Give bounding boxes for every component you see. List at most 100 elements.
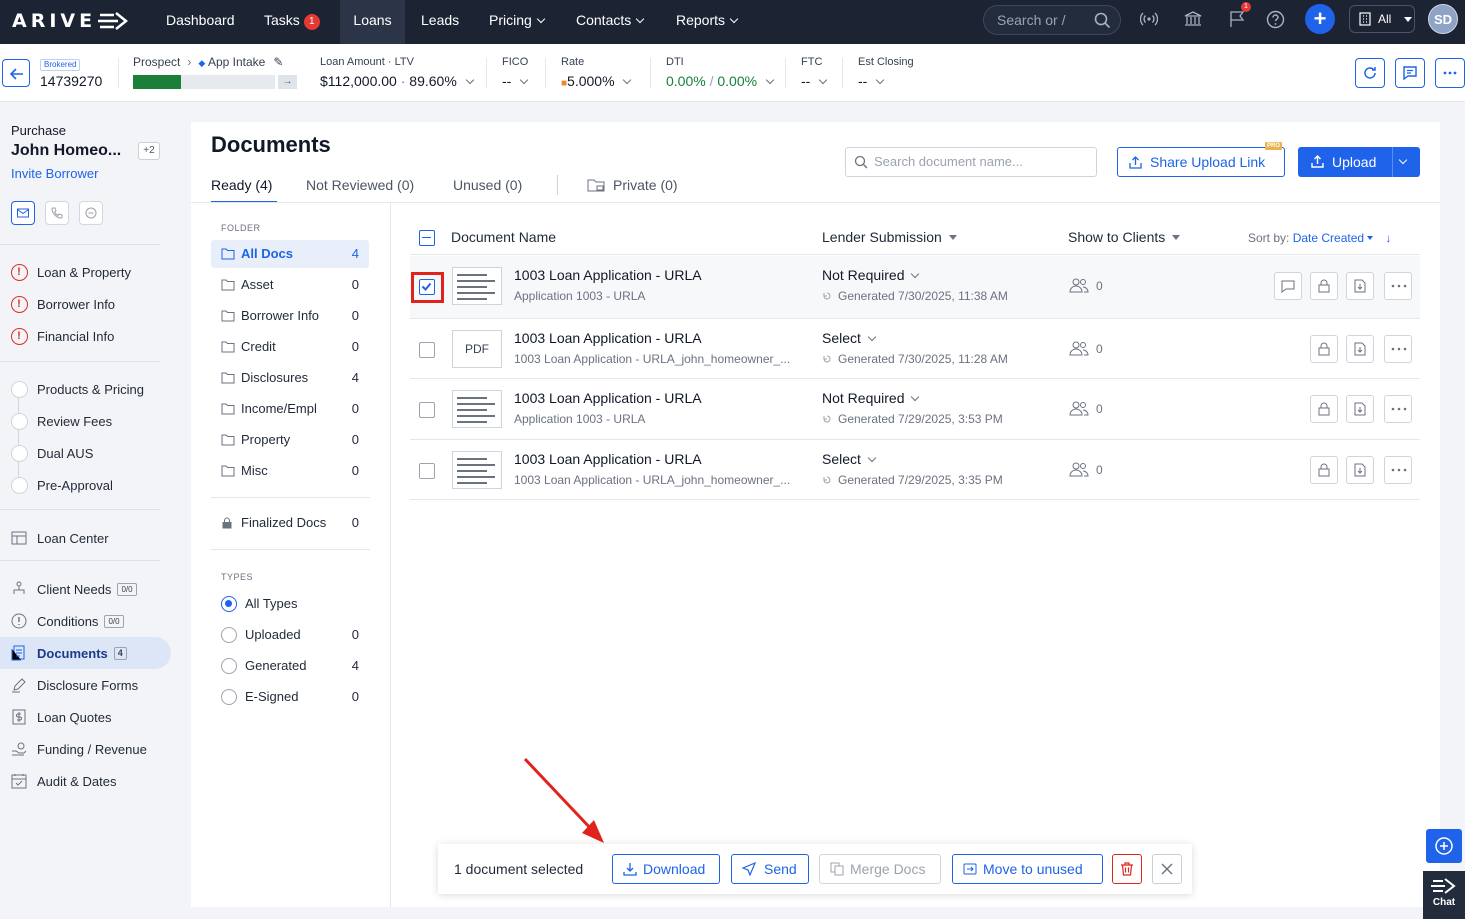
flag-icon[interactable]: 1 bbox=[1228, 2, 1251, 28]
folder-item[interactable]: Borrower Info 0 bbox=[211, 302, 369, 330]
show-to-clients-control[interactable]: 0 bbox=[1068, 341, 1103, 356]
fico-value[interactable]: -- bbox=[502, 73, 529, 89]
folder-item[interactable]: Asset 0 bbox=[211, 271, 369, 299]
merge-docs-button[interactable]: Merge Docs bbox=[819, 854, 941, 884]
nav-reports[interactable]: Reports bbox=[676, 0, 739, 44]
document-row[interactable]: PDF 1003 Loan Application - URLA 1003 Loan… bbox=[410, 319, 1420, 379]
sidebar-item-financial-info[interactable]: ! Financial Info bbox=[10, 325, 114, 347]
invite-borrower-link[interactable]: Invite Borrower bbox=[11, 166, 98, 181]
row-pdf-button[interactable] bbox=[1346, 335, 1374, 363]
row-pdf-button[interactable] bbox=[1346, 456, 1374, 484]
lender-submission-dropdown[interactable]: Select bbox=[822, 451, 877, 467]
row-lock-button[interactable] bbox=[1310, 395, 1338, 423]
download-button[interactable]: Download bbox=[612, 854, 720, 884]
type-filter-option[interactable]: All Types bbox=[211, 590, 369, 618]
show-to-clients-control[interactable]: 0 bbox=[1068, 278, 1103, 293]
row-checkbox[interactable] bbox=[419, 342, 435, 358]
tab-ready[interactable]: Ready (4) bbox=[211, 177, 272, 193]
row-lock-button[interactable] bbox=[1310, 456, 1338, 484]
share-upload-link-button[interactable]: Share Upload Link PRO bbox=[1117, 142, 1285, 177]
lender-submission-dropdown[interactable]: Not Required bbox=[822, 390, 920, 406]
row-lock-button[interactable] bbox=[1310, 335, 1338, 363]
tab-not-reviewed[interactable]: Not Reviewed (0) bbox=[306, 177, 414, 193]
document-name[interactable]: 1003 Loan Application - URLA bbox=[514, 451, 702, 467]
edit-icon[interactable]: ✎ bbox=[273, 55, 283, 69]
lender-submission-dropdown[interactable]: Select bbox=[822, 330, 877, 346]
nav-leads[interactable]: Leads bbox=[421, 0, 459, 44]
row-pdf-button[interactable] bbox=[1346, 395, 1374, 423]
column-show-to-clients[interactable]: Show to Clients bbox=[1068, 229, 1181, 245]
refresh-button[interactable] bbox=[1355, 58, 1385, 88]
row-checkbox[interactable] bbox=[419, 402, 435, 418]
tab-private[interactable]: Private (0) bbox=[587, 177, 678, 193]
type-filter-option[interactable]: Generated 4 bbox=[211, 652, 369, 680]
radio-button[interactable] bbox=[221, 627, 237, 643]
messages-button[interactable] bbox=[1395, 58, 1425, 88]
sort-by-control[interactable]: Sort by: Date Created ↓ bbox=[1248, 231, 1391, 245]
sidebar-item-pre-approval[interactable]: Pre-Approval bbox=[10, 474, 113, 496]
dti-value[interactable]: 0.00% / 0.00% bbox=[666, 73, 775, 89]
show-to-clients-control[interactable]: 0 bbox=[1068, 462, 1103, 477]
upload-dropdown-toggle[interactable] bbox=[1398, 147, 1408, 177]
sidebar-item-dual-aus[interactable]: Dual AUS bbox=[10, 442, 93, 464]
loan-stage[interactable]: Prospect › ◆ App Intake ✎ bbox=[133, 55, 283, 69]
sort-direction-arrow-icon[interactable]: ↓ bbox=[1385, 231, 1391, 245]
row-comment-button[interactable] bbox=[1274, 272, 1302, 300]
send-button[interactable]: Send bbox=[731, 854, 809, 884]
document-name[interactable]: 1003 Loan Application - URLA bbox=[514, 267, 702, 283]
close-selection-button[interactable] bbox=[1152, 854, 1182, 884]
borrower-name[interactable]: John Homeo... bbox=[11, 142, 121, 160]
row-more-button[interactable] bbox=[1384, 335, 1412, 363]
sidebar-item-products-pricing[interactable]: Products & Pricing bbox=[10, 378, 144, 400]
lender-submission-dropdown[interactable]: Not Required bbox=[822, 267, 920, 283]
radio-button[interactable] bbox=[221, 658, 237, 674]
tab-unused[interactable]: Unused (0) bbox=[453, 177, 522, 193]
show-to-clients-control[interactable]: 0 bbox=[1068, 401, 1103, 416]
chat-button[interactable]: Chat bbox=[1423, 871, 1465, 919]
document-row[interactable]: 1003 Loan Application - URLA 1003 Loan Ap… bbox=[410, 440, 1420, 500]
delete-button[interactable] bbox=[1112, 854, 1142, 884]
broadcast-icon[interactable] bbox=[1140, 10, 1158, 28]
sidebar-item-client-needs[interactable]: Client Needs 0/0 bbox=[10, 578, 137, 600]
sidebar-item-review-fees[interactable]: Review Fees bbox=[10, 410, 112, 432]
row-more-button[interactable] bbox=[1384, 395, 1412, 423]
row-pdf-button[interactable] bbox=[1346, 272, 1374, 300]
email-button[interactable] bbox=[11, 201, 35, 225]
nav-contacts[interactable]: Contacts bbox=[576, 0, 645, 44]
sidebar-item-disclosure-forms[interactable]: Disclosure Forms bbox=[10, 674, 138, 696]
type-filter-option[interactable]: Uploaded 0 bbox=[211, 621, 369, 649]
more-options-button[interactable] bbox=[1435, 58, 1465, 88]
radio-button[interactable] bbox=[221, 689, 237, 705]
document-name[interactable]: 1003 Loan Application - URLA bbox=[514, 330, 702, 346]
sidebar-item-loan-center[interactable]: Loan Center bbox=[10, 527, 109, 549]
loan-amount-ltv[interactable]: $112,000.00 · 89.60% bbox=[320, 73, 474, 89]
sidebar-item-conditions[interactable]: Conditions 0/0 bbox=[10, 610, 124, 632]
folder-item[interactable]: All Docs 4 bbox=[211, 240, 369, 268]
bank-icon[interactable] bbox=[1184, 10, 1202, 28]
sidebar-item-funding-revenue[interactable]: Funding / Revenue bbox=[10, 738, 147, 760]
extra-borrowers-badge[interactable]: +2 bbox=[138, 142, 160, 160]
folder-item[interactable]: Property 0 bbox=[211, 426, 369, 454]
upload-button[interactable]: Upload bbox=[1298, 147, 1420, 177]
create-new-button[interactable]: + bbox=[1305, 4, 1335, 34]
move-to-unused-button[interactable]: Move to unused bbox=[952, 854, 1103, 884]
sidebar-item-loan-property[interactable]: ! Loan & Property bbox=[10, 261, 131, 283]
help-icon[interactable] bbox=[1266, 10, 1285, 29]
document-row[interactable]: 1003 Loan Application - URLA Application … bbox=[410, 379, 1420, 440]
row-checkbox[interactable] bbox=[419, 279, 435, 295]
row-checkbox[interactable] bbox=[419, 463, 435, 479]
document-search-input[interactable]: Search document name... bbox=[845, 147, 1097, 177]
select-all-checkbox[interactable] bbox=[419, 230, 435, 246]
arive-logo[interactable]: ARIVE bbox=[12, 10, 130, 32]
nav-dashboard[interactable]: Dashboard bbox=[166, 0, 235, 44]
sidebar-item-audit-dates[interactable]: Audit & Dates bbox=[10, 770, 117, 792]
nav-loans[interactable]: Loans bbox=[340, 0, 405, 44]
sidebar-item-borrower-info[interactable]: ! Borrower Info bbox=[10, 293, 115, 315]
radio-button[interactable] bbox=[221, 596, 237, 612]
add-floating-button[interactable] bbox=[1426, 829, 1462, 863]
global-search-input[interactable]: Search or / bbox=[983, 5, 1121, 35]
company-filter-dropdown[interactable]: All bbox=[1349, 5, 1415, 33]
type-filter-option[interactable]: E-Signed 0 bbox=[211, 683, 369, 711]
user-avatar[interactable]: SD bbox=[1428, 4, 1458, 34]
folder-item[interactable]: Income/Empl 0 bbox=[211, 395, 369, 423]
